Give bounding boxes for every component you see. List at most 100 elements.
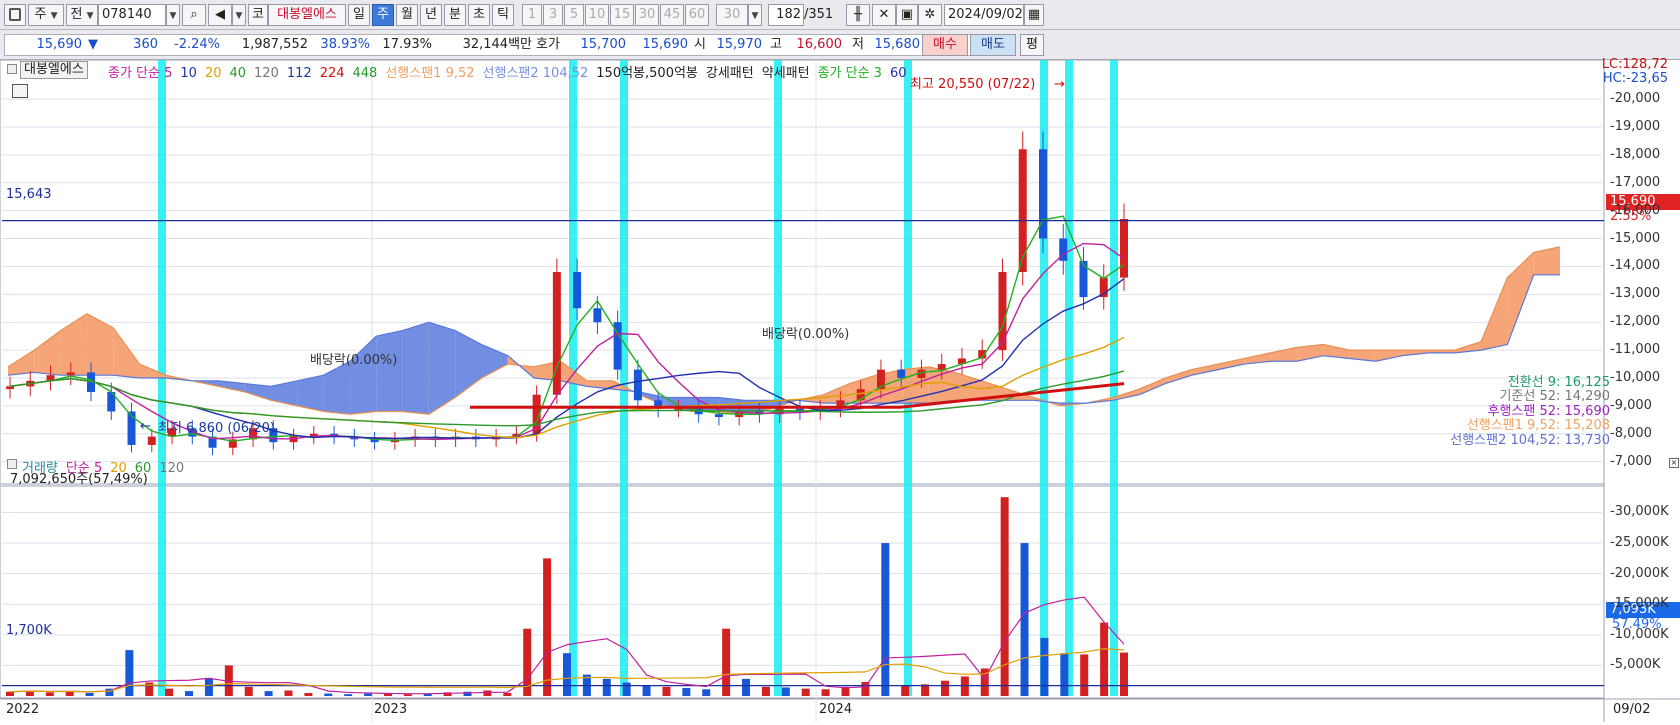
volume-bar bbox=[861, 681, 870, 696]
count-input[interactable]: 182 bbox=[768, 4, 804, 26]
volume-panel-checkbox[interactable] bbox=[7, 459, 17, 469]
dividend-annotation: 배당락(0.00%) bbox=[762, 327, 850, 342]
price-panel-name[interactable]: 대봉엘에스 bbox=[20, 61, 88, 79]
legend-item[interactable]: 약세패턴 bbox=[762, 66, 810, 81]
period-tab[interactable]: 틱 bbox=[492, 4, 514, 26]
ichimoku-line-value: 선행스팬2 104,52: 13,730 bbox=[1450, 432, 1610, 448]
dividend-annotation: 배당락(0.00%) bbox=[310, 353, 398, 368]
candle-type-button[interactable]: ╫ bbox=[846, 4, 870, 26]
volume-bar bbox=[901, 685, 910, 696]
volume-bar bbox=[364, 693, 373, 696]
interval-button[interactable]: 10 bbox=[585, 4, 609, 26]
volume-bar bbox=[483, 690, 492, 696]
interval-button[interactable]: 5 bbox=[564, 4, 584, 26]
grid-table-icon[interactable] bbox=[12, 84, 28, 98]
volume-bar bbox=[1100, 622, 1109, 696]
price-change-pct: -2.24% bbox=[174, 37, 220, 52]
save-button[interactable]: ▣ bbox=[896, 4, 918, 26]
eval-button[interactable]: 평 bbox=[1020, 34, 1044, 56]
legend-item[interactable]: 120 bbox=[254, 66, 279, 81]
market-button[interactable]: 코 bbox=[248, 4, 268, 26]
legend-item[interactable]: 224 bbox=[320, 66, 345, 81]
panel-checkbox[interactable] bbox=[7, 64, 17, 74]
y-tick-label: -18,000 bbox=[1610, 146, 1661, 162]
x-right-date: 09/02 bbox=[1613, 702, 1651, 717]
settings-button[interactable]: ✲ bbox=[918, 4, 942, 26]
chart-settings-icon[interactable] bbox=[4, 4, 26, 26]
open-label: 시 bbox=[694, 37, 706, 52]
volume-bar bbox=[682, 688, 691, 696]
volume-bar bbox=[85, 692, 94, 696]
period-tab[interactable]: 일 bbox=[348, 4, 370, 26]
interval-select[interactable]: 30 bbox=[716, 4, 748, 26]
legend-item[interactable]: 강세패턴 bbox=[706, 66, 754, 81]
total-count: /351 bbox=[804, 7, 834, 22]
legend-item[interactable]: 선행스팬1 9,52 bbox=[385, 66, 474, 81]
interval-button[interactable]: 15 bbox=[610, 4, 634, 26]
sound-dropdown-button[interactable]: ▼ bbox=[232, 4, 246, 26]
legend-item[interactable]: 40 bbox=[229, 66, 246, 81]
ichimoku-line-value: 기준선 52: 14,290 bbox=[1499, 389, 1610, 405]
period-tab[interactable]: 초 bbox=[468, 4, 490, 26]
legend-item[interactable]: 10 bbox=[180, 66, 197, 81]
calendar-button[interactable]: ▦ bbox=[1024, 4, 1044, 26]
legend-item[interactable]: 종가 단순 5 bbox=[108, 66, 172, 81]
x-label-2024: 2024 bbox=[819, 702, 853, 717]
period-tab[interactable]: 주 bbox=[372, 4, 394, 26]
code-dropdown-button[interactable]: ▼ bbox=[166, 4, 180, 26]
y-tick-label: -15,000K bbox=[1610, 596, 1669, 612]
date-input[interactable]: 2024/09/02 bbox=[944, 4, 1024, 26]
volume-bar bbox=[165, 688, 174, 696]
legend-item[interactable]: 종가 단순 3 bbox=[818, 66, 882, 81]
period-tab[interactable]: 분 bbox=[444, 4, 466, 26]
open-price: 15,970 bbox=[716, 37, 763, 52]
calendar-icon: ▦ bbox=[1027, 7, 1041, 22]
volume-bar bbox=[761, 686, 770, 696]
volume-bar bbox=[602, 678, 611, 696]
sell-button[interactable]: 매도 bbox=[970, 34, 1016, 56]
chart-type-select[interactable]: 주 ▼ bbox=[28, 4, 64, 26]
interval-button[interactable]: 60 bbox=[685, 4, 709, 26]
stock-name-field[interactable]: 대봉엘에스 bbox=[268, 4, 346, 26]
interval-dropdown-button[interactable]: ▼ bbox=[748, 4, 762, 26]
buy-button[interactable]: 매수 bbox=[922, 34, 968, 56]
y-tick-label: -11,000 bbox=[1610, 342, 1661, 358]
prev-button[interactable]: 전 ▼ bbox=[66, 4, 98, 26]
interval-button[interactable]: 1 bbox=[522, 4, 542, 26]
ichimoku-cloud bbox=[297, 375, 324, 412]
gear-icon: ✲ bbox=[924, 7, 936, 22]
close-icon[interactable]: × bbox=[1669, 458, 1679, 468]
legend-item[interactable]: 448 bbox=[353, 66, 378, 81]
legend-item[interactable]: 20 bbox=[205, 66, 222, 81]
ichimoku-line-value: 선행스팬1 9,52: 15,208 bbox=[1466, 418, 1610, 434]
legend-item[interactable]: 선행스팬2 104,52 bbox=[483, 66, 589, 81]
ichimoku-values: 전환선 9: 16,125 기준선 52: 14,290 후행스팬 52: 15,6… bbox=[1450, 375, 1610, 448]
volume-ratio: 38.93% bbox=[320, 37, 370, 52]
stock-code-input[interactable]: 078140 bbox=[98, 4, 166, 26]
trade-amount: 32,144백만 bbox=[462, 37, 532, 52]
legend-item[interactable]: 60 bbox=[890, 66, 907, 81]
interval-button[interactable]: 30 bbox=[635, 4, 659, 26]
interval-button[interactable]: 3 bbox=[543, 4, 563, 26]
ichimoku-cloud bbox=[1191, 364, 1219, 376]
hc-label: HC:-23,65 bbox=[1602, 71, 1668, 86]
search-button[interactable]: ⌕ bbox=[182, 4, 206, 26]
period-tab[interactable]: 월 bbox=[396, 4, 418, 26]
y-tick-label: -19,000 bbox=[1610, 118, 1661, 134]
ichimoku-cloud bbox=[271, 380, 298, 406]
market-button-label: 코 bbox=[252, 7, 264, 22]
crosshair-button[interactable]: ✕ bbox=[872, 4, 896, 26]
legend-item[interactable]: 112 bbox=[287, 66, 312, 81]
chart-canvas[interactable] bbox=[0, 59, 1680, 722]
last-volume-label: 7,092,650주(57,49%) bbox=[10, 472, 148, 487]
sound-button[interactable]: ◀ bbox=[208, 4, 232, 26]
y-tick-label: -10,000K bbox=[1610, 626, 1669, 642]
legend-item[interactable]: 120 bbox=[159, 461, 184, 476]
period-tab[interactable]: 년 bbox=[420, 4, 442, 26]
interval-button[interactable]: 45 bbox=[660, 4, 684, 26]
volume-spike-highlight bbox=[1065, 60, 1073, 696]
right-arrow-icon: → bbox=[1054, 77, 1065, 92]
legend-item[interactable]: 150억봉,500억봉 bbox=[596, 66, 698, 81]
chart-area[interactable]: 대봉엘에스 종가 단순 5 10 20 40 120 112 224 448 선행스팬1 9,5… bbox=[0, 58, 1680, 722]
save-icon: ▣ bbox=[900, 7, 914, 22]
